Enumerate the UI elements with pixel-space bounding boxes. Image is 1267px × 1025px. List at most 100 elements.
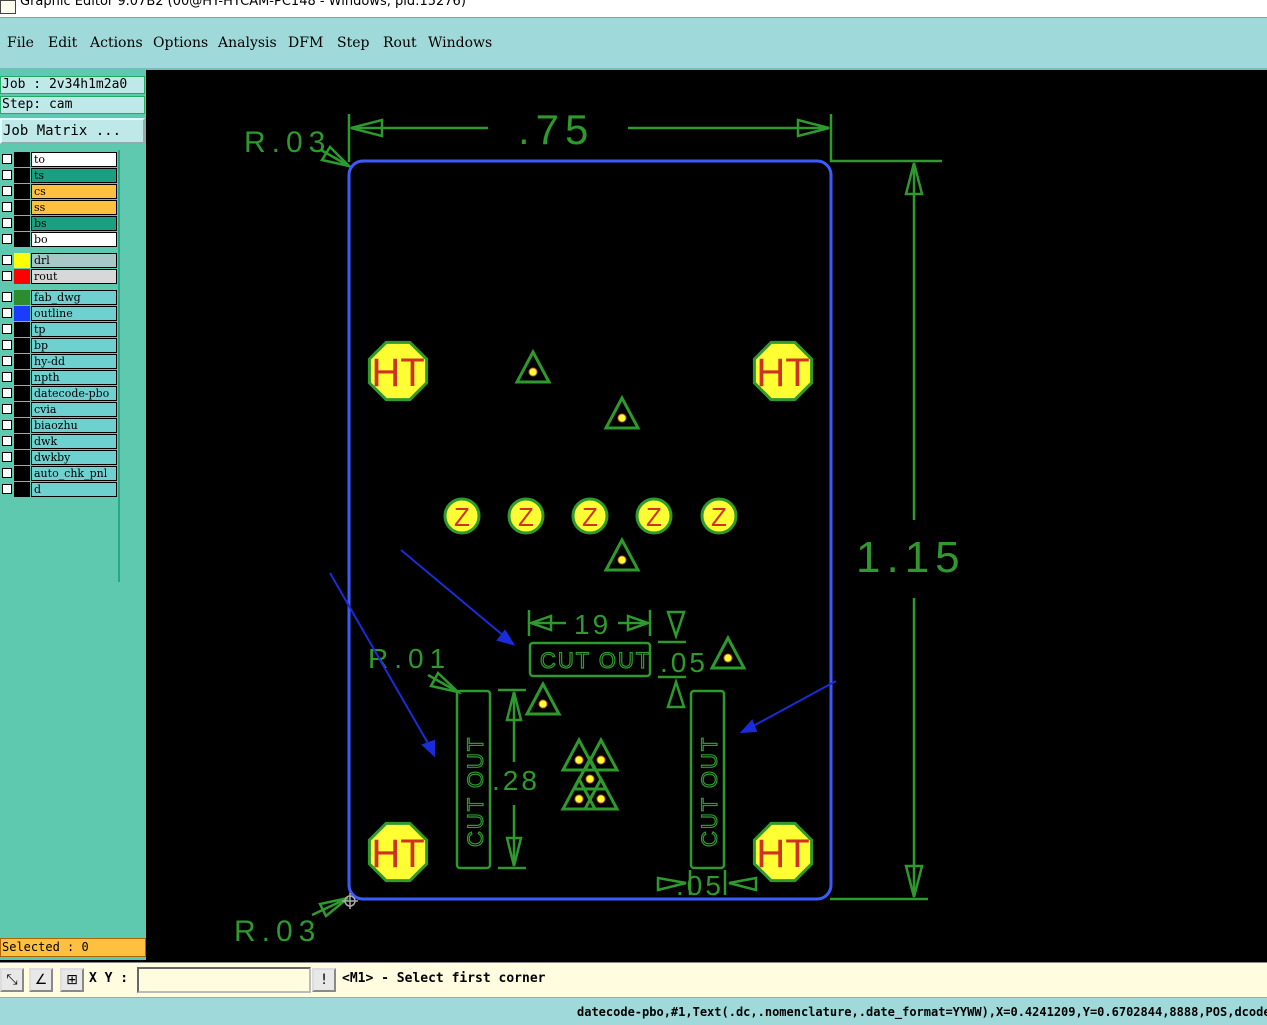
layer-name[interactable]: hy-dd (31, 354, 117, 369)
step-name: Step: cam (0, 96, 145, 114)
layer-name[interactable]: biaozhu (31, 418, 117, 433)
layer-row-hy-dd[interactable]: hy-dd (0, 354, 117, 369)
menu-edit[interactable]: Edit (48, 35, 77, 51)
menu-windows[interactable]: Windows (428, 35, 492, 51)
via-triangle (582, 736, 620, 772)
layer-name[interactable]: dwkby (31, 450, 117, 465)
layer-color-swatch (14, 434, 30, 449)
menu-step[interactable]: Step (337, 35, 369, 51)
layer-checkbox[interactable] (2, 154, 12, 164)
layer-color-swatch (14, 269, 30, 284)
cut-width-text: 19 (574, 609, 611, 640)
layer-checkbox[interactable] (2, 218, 12, 228)
xy-input[interactable] (137, 967, 311, 993)
layer-checkbox[interactable] (2, 292, 12, 302)
layer-row-to[interactable]: to (0, 152, 117, 167)
menu-options[interactable]: Options (153, 35, 208, 51)
layer-checkbox[interactable] (2, 255, 12, 265)
layer-checkbox[interactable] (2, 388, 12, 398)
layer-checkbox[interactable] (2, 186, 12, 196)
arrow-icon (666, 610, 686, 640)
layer-row-dwkby[interactable]: dwkby (0, 450, 117, 465)
layer-name[interactable]: bs (31, 216, 117, 231)
layer-checkbox[interactable] (2, 404, 12, 414)
measure-icon[interactable]: ∠ (29, 968, 53, 992)
ht-pad: HT (752, 340, 814, 402)
menu-dfm[interactable]: DFM (288, 35, 323, 51)
layer-name[interactable]: ss (31, 200, 117, 215)
layer-checkbox[interactable] (2, 308, 12, 318)
layer-name[interactable]: tp (31, 322, 117, 337)
layer-row-dwk[interactable]: dwk (0, 434, 117, 449)
layer-checkbox[interactable] (2, 271, 12, 281)
layer-name[interactable]: cvia (31, 402, 117, 417)
layer-row-bo[interactable]: bo (0, 232, 117, 247)
layer-row-datecode-pbo[interactable]: datecode-pbo (0, 386, 117, 401)
layer-row-ss[interactable]: ss (0, 200, 117, 215)
z-pad: Z (700, 497, 738, 535)
layer-checkbox[interactable] (2, 436, 12, 446)
ht-pad-label: HT (756, 832, 809, 876)
layer-row-bp[interactable]: bp (0, 338, 117, 353)
layer-name[interactable]: bo (31, 232, 117, 247)
graphics-canvas[interactable]: .75 1.15 R.03 R.03 R.01 19 .05 .28 .05 C… (146, 70, 1267, 960)
layer-checkbox[interactable] (2, 340, 12, 350)
layer-name[interactable]: to (31, 152, 117, 167)
layer-row-auto-chk-pnl[interactable]: auto_chk_pnl (0, 466, 117, 481)
layer-checkbox[interactable] (2, 372, 12, 382)
layer-name[interactable]: d (31, 482, 117, 497)
z-pad-label: Z (711, 502, 727, 532)
cutout-top-label: CUT OUT (540, 648, 651, 673)
layer-name[interactable]: fab_dwg (31, 290, 117, 305)
layer-color-swatch (14, 418, 30, 433)
layer-checkbox[interactable] (2, 170, 12, 180)
layer-row-drl[interactable]: drl (0, 253, 117, 268)
menu-analysis[interactable]: Analysis (218, 35, 277, 51)
layer-checkbox[interactable] (2, 356, 12, 366)
layer-row-cvia[interactable]: cvia (0, 402, 117, 417)
layer-row-biaozhu[interactable]: biaozhu (0, 418, 117, 433)
layer-color-swatch (14, 232, 30, 247)
layer-row-rout[interactable]: rout (0, 269, 117, 284)
layer-name[interactable]: outline (31, 306, 117, 321)
job-matrix-button[interactable]: Job Matrix ... (0, 118, 145, 144)
layer-color-swatch (14, 168, 30, 183)
layer-row-fab-dwg[interactable]: fab_dwg (0, 290, 117, 305)
z-pad: Z (443, 497, 481, 535)
layer-name[interactable]: drl (31, 253, 117, 268)
layer-row-bs[interactable]: bs (0, 216, 117, 231)
layer-name[interactable]: datecode-pbo (31, 386, 117, 401)
layer-name[interactable]: npth (31, 370, 117, 385)
layer-row-d[interactable]: d (0, 482, 117, 497)
layer-checkbox[interactable] (2, 234, 12, 244)
layer-checkbox[interactable] (2, 324, 12, 334)
menu-rout[interactable]: Rout (383, 35, 417, 51)
via-triangle (560, 775, 598, 811)
command-toolbar: ⤡ ∠ ⊞ X Y : ! <M1> - Select first corner (0, 962, 1267, 997)
layer-checkbox[interactable] (2, 484, 12, 494)
layer-row-ts[interactable]: ts (0, 168, 117, 183)
layer-checkbox[interactable] (2, 420, 12, 430)
layer-name[interactable]: dwk (31, 434, 117, 449)
radius-bottom-text: R.03 (234, 915, 321, 948)
alert-icon[interactable]: ! (312, 968, 336, 992)
snap-icon[interactable]: ⤡ (0, 968, 24, 992)
layer-name[interactable]: cs (31, 184, 117, 199)
layer-row-tp[interactable]: tp (0, 322, 117, 337)
layer-row-npth[interactable]: npth (0, 370, 117, 385)
menu-file[interactable]: File (7, 35, 34, 51)
arrow-icon (666, 677, 686, 709)
grid-icon[interactable]: ⊞ (60, 968, 84, 992)
z-pad: Z (635, 497, 673, 535)
layer-name[interactable]: rout (31, 269, 117, 284)
layer-row-outline[interactable]: outline (0, 306, 117, 321)
ht-pad-label: HT (756, 351, 809, 395)
layer-row-cs[interactable]: cs (0, 184, 117, 199)
layer-name[interactable]: ts (31, 168, 117, 183)
menu-actions[interactable]: Actions (90, 35, 143, 51)
layer-checkbox[interactable] (2, 202, 12, 212)
layer-checkbox[interactable] (2, 468, 12, 478)
layer-name[interactable]: auto_chk_pnl (31, 466, 117, 481)
layer-name[interactable]: bp (31, 338, 117, 353)
layer-checkbox[interactable] (2, 452, 12, 462)
